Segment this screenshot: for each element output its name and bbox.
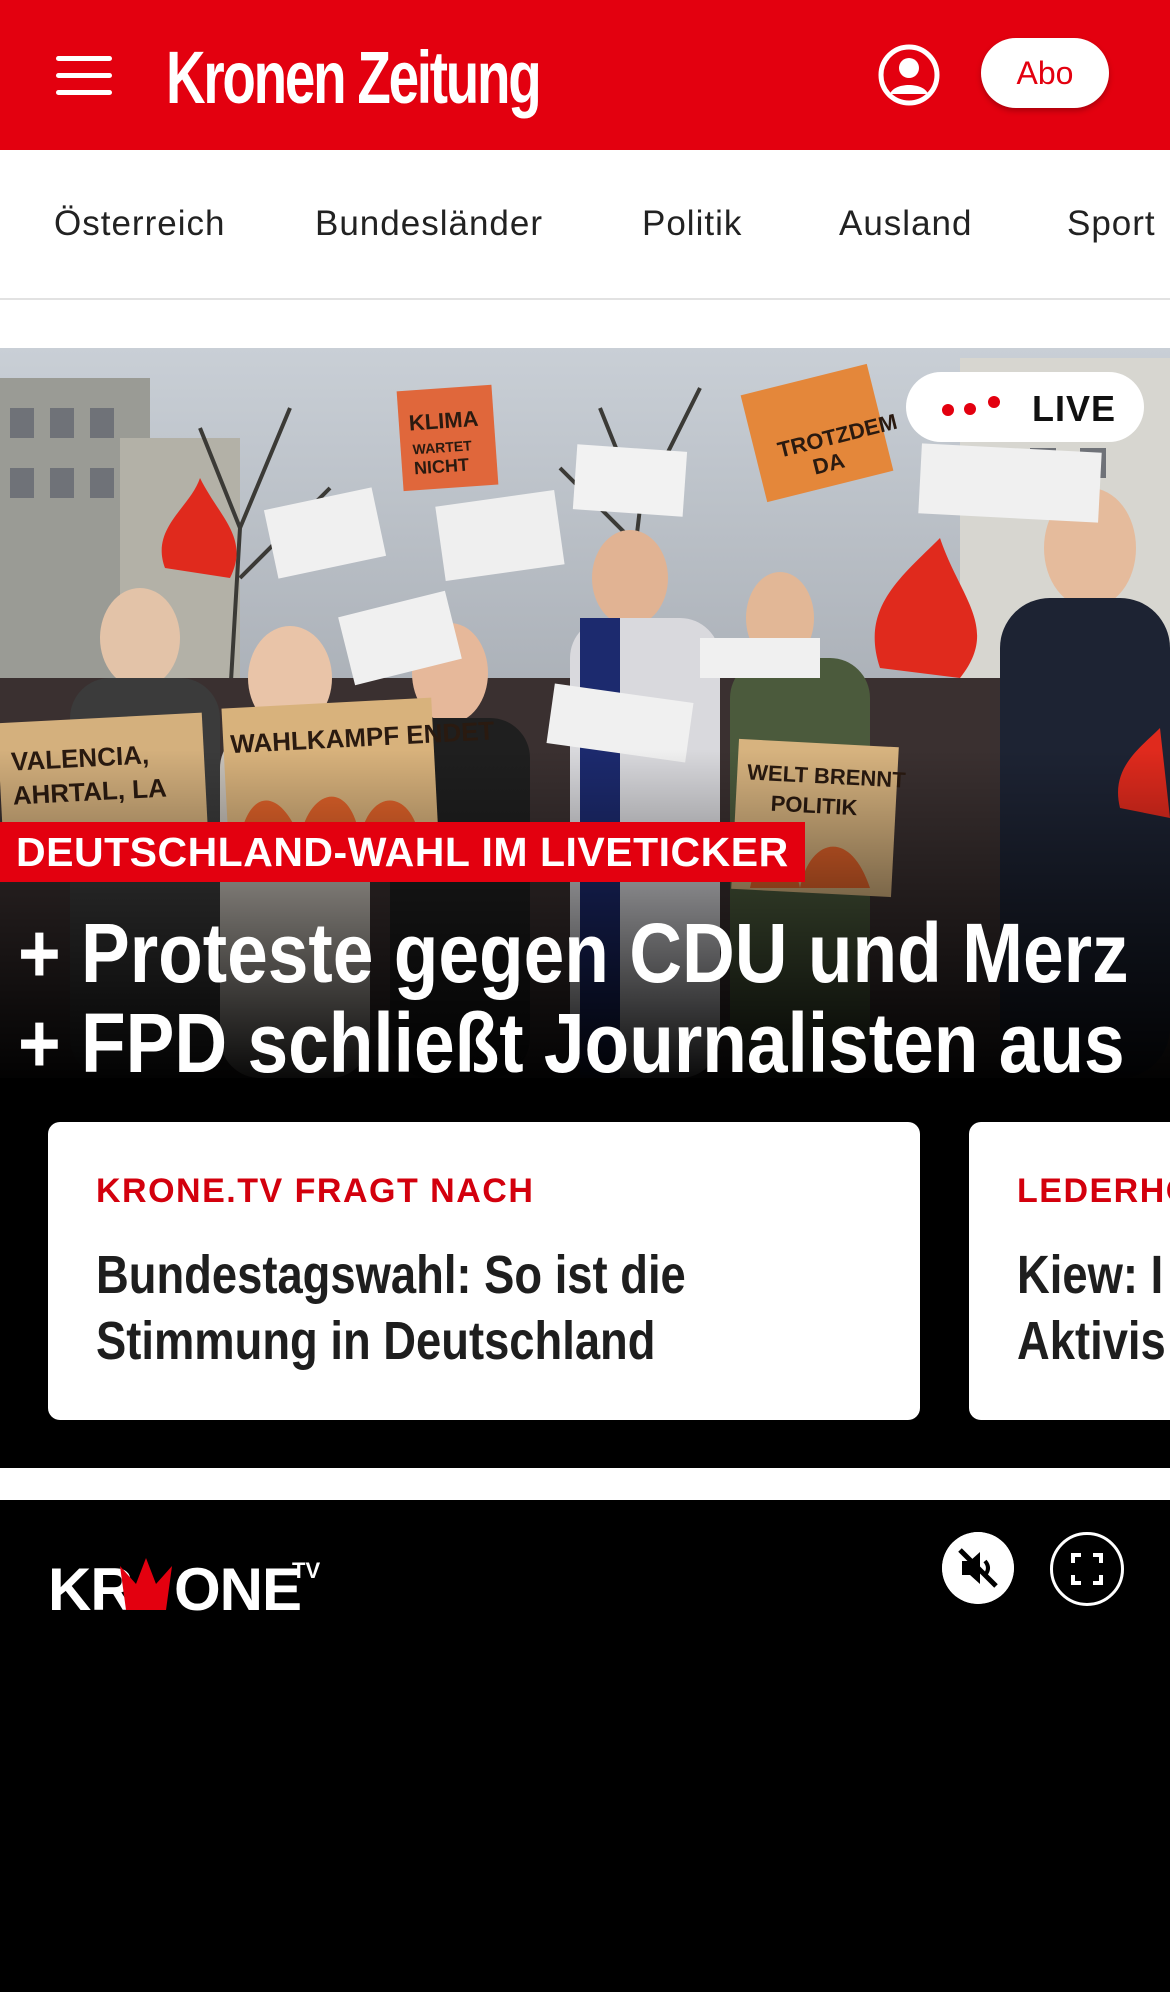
- teaser-card-2[interactable]: LEDERHO Kiew: I Aktivis: [969, 1122, 1170, 1420]
- category-nav: Österreich Bundesländer Politik Ausland …: [0, 150, 1170, 300]
- nav-item-oesterreich[interactable]: Österreich: [54, 200, 225, 248]
- hero-teaser: KLIMA WARTET NICHT TROTZDEM DA VALENCIA,…: [0, 348, 1170, 1468]
- hamburger-menu-icon[interactable]: [56, 56, 112, 96]
- card-title: Bundestagswahl: So ist die Stimmung in D…: [96, 1242, 686, 1374]
- nav-item-ausland[interactable]: Ausland: [839, 200, 972, 248]
- site-logo[interactable]: Kronen Zeitung: [166, 36, 542, 120]
- card-title-line-1: Bundestagswahl: So ist die: [96, 1245, 686, 1305]
- hero-headline-line-2: + FPD schließt Journalisten aus: [18, 996, 1125, 1090]
- hero-kicker: DEUTSCHLAND-WAHL IM LIVETICKER: [16, 828, 789, 875]
- live-badge[interactable]: LIVE: [906, 372, 1144, 442]
- card-title: Kiew: I Aktivis: [1017, 1242, 1166, 1374]
- hero-headline[interactable]: + Proteste gegen CDU und Merz + FPD schl…: [18, 906, 1129, 1090]
- hero-kicker-box: DEUTSCHLAND-WAHL IM LIVETICKER: [0, 822, 805, 882]
- live-pulse-icon: [942, 396, 1000, 416]
- nav-item-sport[interactable]: Sport: [1067, 200, 1156, 248]
- hero-headline-line-1: + Proteste gegen CDU und Merz: [18, 906, 1129, 1000]
- top-header: Kronen Zeitung Abo: [0, 0, 1170, 150]
- nav-item-politik[interactable]: Politik: [642, 200, 742, 248]
- svg-text:ONE: ONE: [174, 1556, 301, 1620]
- teaser-card-1[interactable]: KRONE.TV FRAGT NACH Bundestagswahl: So i…: [48, 1122, 920, 1420]
- krone-tv-player[interactable]: KR ONE TV: [0, 1500, 1170, 1992]
- card-title-line-1: Kiew: I: [1017, 1245, 1164, 1305]
- muted-speaker-icon[interactable]: [942, 1532, 1014, 1604]
- abo-button[interactable]: Abo: [981, 38, 1109, 108]
- card-kicker: LEDERHO: [1017, 1172, 1170, 1210]
- card-title-line-2: Stimmung in Deutschland: [96, 1311, 656, 1371]
- svg-text:TV: TV: [292, 1558, 320, 1583]
- live-label: LIVE: [1032, 388, 1117, 429]
- svg-text:KR: KR: [48, 1556, 133, 1620]
- card-title-line-2: Aktivis: [1017, 1311, 1166, 1371]
- user-account-icon[interactable]: [878, 44, 940, 106]
- krone-tv-logo: KR ONE TV: [48, 1556, 320, 1620]
- card-kicker: KRONE.TV FRAGT NACH: [96, 1172, 535, 1210]
- nav-item-bundeslaender[interactable]: Bundesländer: [315, 200, 543, 248]
- fullscreen-icon[interactable]: [1050, 1532, 1124, 1606]
